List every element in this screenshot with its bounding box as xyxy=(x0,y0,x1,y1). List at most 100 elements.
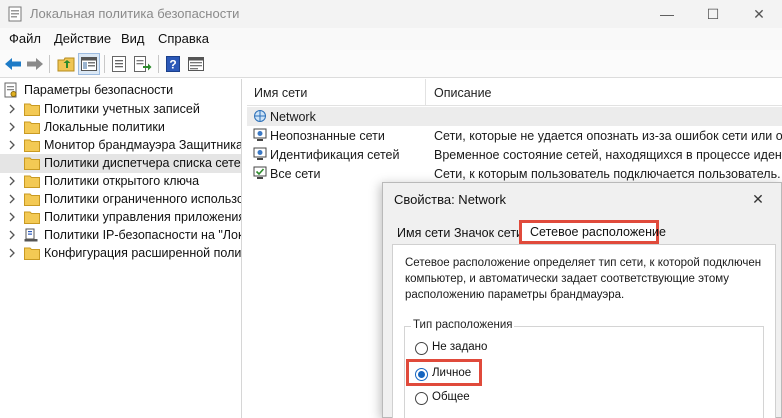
description-line: расположению параметры брандмауэра. xyxy=(405,289,625,301)
close-button[interactable]: ✕ xyxy=(736,0,782,28)
chevron-right-icon[interactable] xyxy=(7,122,17,132)
description-line: компьютер, и автоматически задает соотве… xyxy=(405,273,730,285)
back-button[interactable] xyxy=(2,53,24,75)
tree-root[interactable]: Параметры безопасности xyxy=(0,81,241,100)
tree-root-label: Параметры безопасности xyxy=(24,83,174,97)
location-type-label: Тип расположения xyxy=(411,319,515,331)
chevron-right-icon[interactable] xyxy=(7,212,17,222)
forward-button[interactable] xyxy=(24,53,46,75)
description-line: Сетевое расположение определяет тип сети… xyxy=(405,257,762,269)
chevron-right-icon[interactable] xyxy=(7,140,17,150)
toolbar-separator xyxy=(104,55,105,73)
radio-not-configured[interactable] xyxy=(415,342,428,355)
tab-label: Сетевое расположение xyxy=(530,225,666,239)
close-icon: ✕ xyxy=(753,5,765,22)
tree-item-local-policies[interactable]: Локальные политики xyxy=(0,118,241,137)
chevron-right-icon[interactable] xyxy=(7,248,17,258)
all-networks-icon xyxy=(253,166,267,179)
tree-item-label: Локальные политики xyxy=(44,120,165,134)
column-header-description[interactable]: Описание xyxy=(434,86,492,100)
up-folder-button[interactable] xyxy=(55,53,77,75)
title-bar: Локальная политика безопасности — ☐ ✕ xyxy=(0,0,782,28)
folder-icon xyxy=(24,103,40,116)
menu-view[interactable]: Вид xyxy=(121,31,145,46)
list-row-identifying-networks[interactable]: Идентификация сетей Временное состояние … xyxy=(247,145,782,164)
list-row-unidentified-networks[interactable]: Неопознанные сети Сети, которые не удает… xyxy=(247,126,782,145)
dialog-title: Свойства: Network xyxy=(394,192,506,207)
menu-bar: Файл Действие Вид Справка xyxy=(0,28,782,50)
console-icon xyxy=(188,57,204,71)
network-icon xyxy=(254,110,266,122)
location-type-group: Тип расположения Не задано Личное Общее xyxy=(404,319,764,418)
properties-button[interactable] xyxy=(108,53,130,75)
tree-item-label: Монитор брандмауэра Защитника W xyxy=(44,138,242,152)
tab-panel-network-location: Сетевое расположение определяет тип сети… xyxy=(392,244,776,418)
tab-label: Значок сети xyxy=(454,226,524,240)
menu-action[interactable]: Действие xyxy=(54,31,111,46)
tree-item-network-list-policies[interactable]: Политики диспетчера списка сетей xyxy=(0,154,242,173)
toolbar: ? xyxy=(0,50,782,78)
unidentified-network-icon xyxy=(253,128,267,141)
chevron-right-icon[interactable] xyxy=(7,230,17,240)
toolbar-separator xyxy=(158,55,159,73)
tab-network-name[interactable]: Имя сети xyxy=(397,223,459,244)
dialog-close-button[interactable]: ✕ xyxy=(743,187,773,211)
list-row-description: Сети, к которым пользователь подключаетс… xyxy=(434,167,781,181)
list-row-description: Сети, которые не удается опознать из-за … xyxy=(434,129,782,143)
menu-file[interactable]: Файл xyxy=(9,31,41,46)
radio-private[interactable] xyxy=(415,368,428,381)
maximize-button[interactable]: ☐ xyxy=(690,0,736,28)
tab-network-location[interactable]: Сетевое расположение xyxy=(519,220,666,244)
tree-item-application-control[interactable]: Политики управления приложения xyxy=(0,208,241,227)
tree-item-account-policies[interactable]: Политики учетных записей xyxy=(0,100,241,119)
tree-item-label: Политики диспетчера списка сетей xyxy=(44,156,242,170)
column-header-network-name[interactable]: Имя сети xyxy=(254,86,307,100)
forward-icon xyxy=(27,58,43,70)
tree-item-label: Политики учетных записей xyxy=(44,102,200,116)
tree-item-firewall-monitor[interactable]: Монитор брандмауэра Защитника W xyxy=(0,136,242,155)
tab-label: Имя сети xyxy=(397,226,451,240)
folder-icon xyxy=(24,193,40,206)
network-properties-dialog: Свойства: Network ✕ Имя сети Значок сети… xyxy=(382,182,782,418)
list-row-name: Неопознанные сети xyxy=(270,129,385,143)
show-tree-icon xyxy=(81,57,97,71)
tree-item-public-key-policies[interactable]: Политики открытого ключа xyxy=(0,172,241,191)
list-row-network[interactable]: Network xyxy=(247,107,782,126)
up-folder-icon xyxy=(57,57,75,72)
tree-item-label: Конфигурация расширенной полит xyxy=(44,246,242,260)
help-button[interactable]: ? xyxy=(162,53,184,75)
chevron-right-icon[interactable] xyxy=(7,176,17,186)
show-tree-button[interactable] xyxy=(78,53,100,75)
tab-network-icon[interactable]: Значок сети xyxy=(454,223,524,244)
option-label: Не задано xyxy=(432,341,488,353)
properties-icon xyxy=(112,56,126,72)
minimize-button[interactable]: — xyxy=(644,0,690,28)
list-header: Имя сети Описание xyxy=(247,79,782,106)
list-row-name: Идентификация сетей xyxy=(270,148,400,162)
tree-item-advanced-audit[interactable]: Конфигурация расширенной полит xyxy=(0,244,242,263)
console-button[interactable] xyxy=(185,53,207,75)
export-list-button[interactable] xyxy=(132,53,154,75)
list-row-name: Network xyxy=(270,110,316,124)
folder-icon xyxy=(24,121,40,134)
tree-item-software-restriction[interactable]: Политики ограниченного использо xyxy=(0,190,242,209)
radio-public[interactable] xyxy=(415,392,428,405)
list-row-name: Все сети xyxy=(270,167,321,181)
column-divider[interactable] xyxy=(425,79,426,106)
option-label: Общее xyxy=(432,391,470,403)
window-title: Локальная политика безопасности xyxy=(30,6,240,21)
chevron-right-icon[interactable] xyxy=(7,194,17,204)
toolbar-separator xyxy=(49,55,50,73)
tree-item-ip-security[interactable]: Политики IP-безопасности на "Лока xyxy=(0,226,241,245)
minimize-icon: — xyxy=(660,6,674,22)
list-row-all-networks[interactable]: Все сети Сети, к которым пользователь по… xyxy=(247,164,782,183)
chevron-right-icon[interactable] xyxy=(7,104,17,114)
menu-help[interactable]: Справка xyxy=(158,31,209,46)
security-settings-icon xyxy=(4,82,17,98)
tree-item-label: Политики ограниченного использо xyxy=(44,192,242,206)
close-icon: ✕ xyxy=(752,190,764,207)
folder-icon xyxy=(24,211,40,224)
ip-security-icon xyxy=(24,228,38,242)
maximize-icon: ☐ xyxy=(706,5,720,22)
svg-text:?: ? xyxy=(169,58,176,72)
